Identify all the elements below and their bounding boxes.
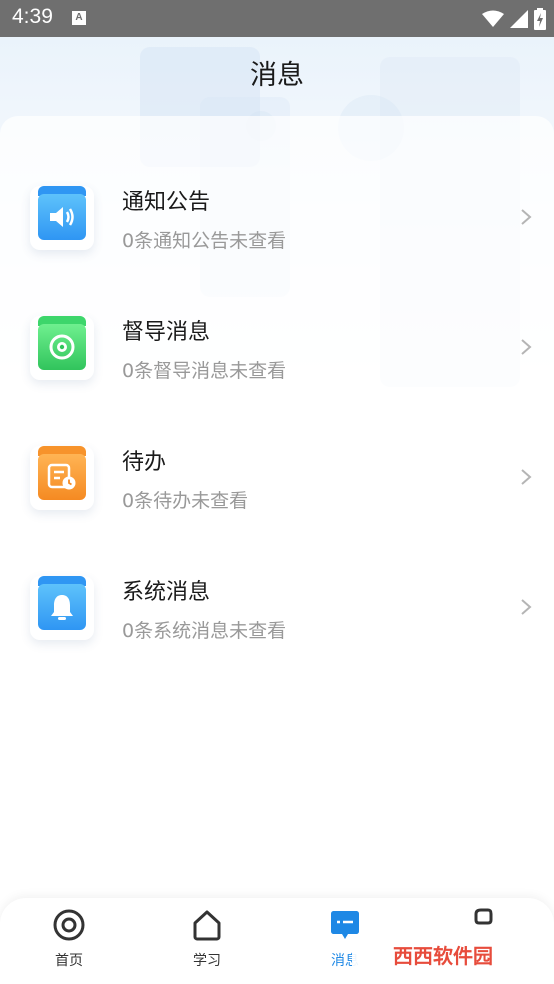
todo-icon [38,454,86,500]
status-icons [482,8,546,30]
supervision-icon [38,324,86,370]
wifi-icon [482,10,504,27]
message-item-subtitle: 0条通知公告未查看 [122,230,287,252]
bell-icon [38,584,86,630]
message-item-notice[interactable]: 通知公告 0条通知公告未查看 [0,166,554,266]
message-item-subtitle: 0条系统消息未查看 [122,620,287,642]
message-item-title: 待办 [122,450,167,475]
watermark-text: 西西软件园 [393,945,493,968]
message-item-title: 通知公告 [122,190,211,215]
message-item-subtitle: 0条待办未查看 [122,490,249,512]
message-item-subtitle: 0条督导消息未查看 [122,360,287,382]
status-bar: 4:39 A [0,0,554,37]
battery-icon [534,8,546,30]
nav-label: 学习 [193,953,221,969]
supervision-icon-box [30,316,94,380]
nav-item-study[interactable]: 学习 [162,908,252,970]
message-item-title: 系统消息 [122,580,211,605]
status-time: 4:39 [12,5,53,28]
home-target-icon [53,909,85,941]
speaker-icon [38,194,86,240]
house-icon [193,910,221,941]
watermark-logo: 西西软件园 [352,936,534,972]
message-item-title: 督导消息 [122,320,211,345]
system-icon-box [30,576,94,640]
nav-item-home[interactable]: 首页 [24,908,114,970]
keyboard-ime-icon: A [72,11,86,25]
message-list: 通知公告 0条通知公告未查看 督导消息 0条督导消息未查看 待办 0条待办未查看 [0,116,554,896]
chevron-right-icon [521,599,532,615]
chevron-right-icon [521,339,532,355]
chevron-right-icon [521,469,532,485]
notice-icon-box [30,186,94,250]
todo-icon-box [30,446,94,510]
message-item-system[interactable]: 系统消息 0条系统消息未查看 [0,556,554,656]
page-title: 消息 [250,60,304,91]
nav-label: 首页 [55,953,83,969]
signal-icon [510,10,528,28]
message-item-supervision[interactable]: 督导消息 0条督导消息未查看 [0,296,554,396]
chevron-right-icon [521,209,532,225]
message-item-todo[interactable]: 待办 0条待办未查看 [0,426,554,526]
